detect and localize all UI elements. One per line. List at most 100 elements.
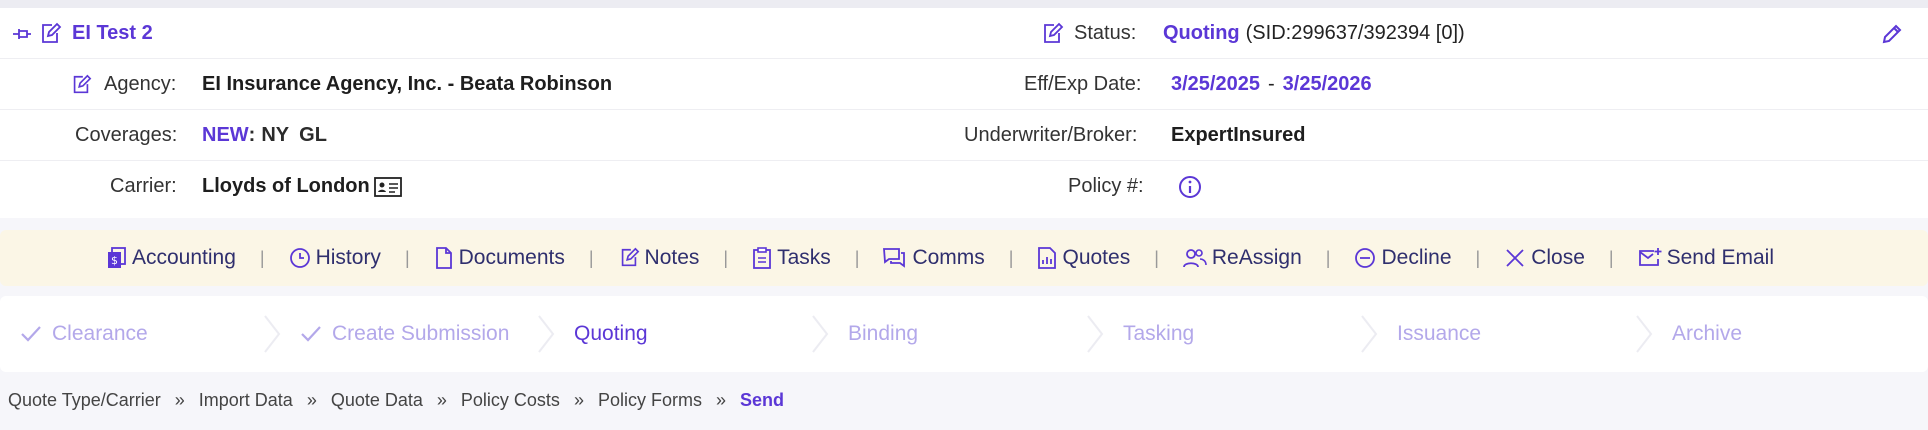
- breadcrumb-item[interactable]: Import Data: [199, 390, 293, 411]
- document-icon: [434, 247, 454, 269]
- action-notes-button[interactable]: Notes: [618, 246, 700, 270]
- step-quoting[interactable]: Quoting: [574, 296, 648, 372]
- action-tasks-button[interactable]: Tasks: [752, 246, 831, 270]
- carrier-label: Carrier:: [110, 175, 177, 197]
- x-icon: [1504, 247, 1526, 269]
- action-history-button[interactable]: History: [289, 246, 381, 270]
- breadcrumb-separator: »: [715, 389, 726, 410]
- edit-note-icon[interactable]: [38, 8, 62, 59]
- action-separator: |: [854, 247, 860, 268]
- action-documents-button[interactable]: Documents: [434, 246, 565, 270]
- action-label: ReAssign: [1211, 246, 1302, 269]
- agency-edit-icon[interactable]: [70, 59, 92, 110]
- breadcrumb-item[interactable]: Policy Forms: [598, 390, 702, 411]
- carrier-value: Lloyds of London: [202, 175, 370, 197]
- step-issuance[interactable]: Issuance: [1397, 296, 1481, 372]
- broker-label: Underwriter/Broker:: [964, 124, 1138, 146]
- status-sid: (SID:299637/392394 [0]): [1245, 22, 1465, 44]
- breadcrumb-separator: »: [573, 389, 584, 410]
- step-tasking[interactable]: Tasking: [1123, 296, 1194, 372]
- breadcrumb-item[interactable]: Quote Type/Carrier: [8, 390, 161, 411]
- coverage-state: NY: [261, 124, 290, 146]
- action-list: $ Accounting | History | Documents | Notes | Task…: [107, 230, 1774, 286]
- action-label: Decline: [1381, 246, 1452, 269]
- action-decline-button[interactable]: Decline: [1354, 246, 1452, 270]
- action-label: Documents: [458, 246, 565, 269]
- agency-value: EI Insurance Agency, Inc. - Beata Robins…: [202, 73, 613, 95]
- exp-date[interactable]: 3/25/2026: [1283, 73, 1372, 96]
- action-separator: |: [1475, 247, 1481, 268]
- step-label: Create Submission: [332, 322, 510, 345]
- coverages-value: NEW : NY GL: [202, 110, 327, 161]
- step-label: Issuance: [1397, 322, 1482, 345]
- status-label: Status:: [1074, 22, 1137, 44]
- workflow-steps: Clearance Create Submission Quoting Binding…: [0, 296, 1928, 372]
- step-create-submission[interactable]: Create Submission: [300, 296, 509, 372]
- accounting-icon: $: [107, 247, 127, 269]
- carrier-value-group: Lloyds of London: [202, 161, 402, 212]
- clipboard-icon: [752, 247, 772, 269]
- step-label: Clearance: [52, 322, 148, 345]
- step-chevron-icon: [1085, 314, 1105, 359]
- action-separator: |: [1154, 247, 1159, 268]
- step-label: Binding: [848, 322, 919, 345]
- status-value: Quoting: [1163, 22, 1240, 44]
- action-separator: |: [1008, 247, 1014, 268]
- action-label: Send Email: [1666, 246, 1774, 269]
- info-row-carrier: Carrier: Lloyds of London Policy #:: [0, 161, 1928, 218]
- agency-label: Agency:: [104, 73, 177, 95]
- action-separator: |: [723, 247, 729, 268]
- breadcrumb-item[interactable]: Quote Data: [331, 390, 423, 411]
- action-send-email-button[interactable]: Send Email: [1638, 246, 1774, 270]
- breadcrumb: Quote Type/Carrier » Import Data » Quote Dat…: [8, 386, 784, 414]
- mail-icon: [1638, 247, 1662, 269]
- action-separator: |: [588, 247, 594, 268]
- action-label: Notes: [644, 246, 700, 269]
- info-row-agency: Agency: EI Insurance Agency, Inc. - Beat…: [0, 59, 1928, 110]
- step-archive[interactable]: Archive: [1672, 296, 1742, 372]
- action-label: Tasks: [777, 246, 831, 269]
- info-row-coverages: Coverages: NEW : NY GL Underwriter/Broke…: [0, 110, 1928, 161]
- action-toolbar: $ Accounting | History | Documents | Notes | Task…: [0, 230, 1928, 286]
- step-label: Quoting: [574, 322, 648, 345]
- coverage-new-tag: NEW: [202, 124, 249, 146]
- check-icon: [20, 325, 42, 343]
- action-reassign-button[interactable]: ReAssign: [1182, 246, 1302, 270]
- step-chevron-icon: [1634, 314, 1654, 359]
- status-value-group: Quoting (SID:299637/392394 [0]): [1163, 8, 1465, 59]
- submission-title[interactable]: EI Test 2: [72, 8, 153, 59]
- edit-pencil-icon[interactable]: [1880, 8, 1904, 59]
- chat-icon: [883, 247, 907, 269]
- date-dash: -: [1267, 73, 1275, 95]
- breadcrumb-separator: »: [174, 389, 185, 410]
- coverage-line: GL: [299, 124, 327, 146]
- clock-icon: [289, 247, 311, 269]
- top-band: [0, 0, 1928, 8]
- step-binding[interactable]: Binding: [848, 296, 918, 372]
- id-card-icon[interactable]: [373, 176, 402, 198]
- note-icon: [618, 247, 640, 269]
- step-chevron-icon: [810, 314, 830, 359]
- action-accounting-button[interactable]: $ Accounting: [107, 246, 236, 270]
- step-label: Tasking: [1123, 322, 1195, 345]
- pin-icon[interactable]: [12, 8, 32, 59]
- action-separator: |: [1325, 247, 1331, 268]
- eff-date[interactable]: 3/25/2025: [1171, 73, 1260, 96]
- submission-info-card: EI Test 2 Status: Quoting (SID:299637/39…: [0, 8, 1928, 218]
- breadcrumb-item[interactable]: Policy Costs: [461, 390, 560, 411]
- info-icon[interactable]: [1178, 161, 1202, 212]
- action-comms-button[interactable]: Comms: [883, 246, 985, 270]
- action-separator: |: [259, 247, 265, 268]
- policy-label: Policy #:: [1068, 175, 1144, 197]
- dates-value-group: 3/25/2025 - 3/25/2026: [1171, 59, 1372, 110]
- step-chevron-icon: [536, 314, 556, 359]
- step-clearance[interactable]: Clearance: [20, 296, 148, 372]
- step-chevron-icon: [1359, 314, 1379, 359]
- action-label: History: [315, 246, 381, 269]
- breadcrumb-separator: »: [306, 389, 317, 410]
- action-close-button[interactable]: Close: [1504, 246, 1585, 270]
- action-quotes-button[interactable]: Quotes: [1037, 246, 1130, 270]
- action-label: Close: [1531, 246, 1585, 269]
- coverages-label: Coverages:: [75, 124, 178, 146]
- action-separator: |: [1608, 247, 1614, 268]
